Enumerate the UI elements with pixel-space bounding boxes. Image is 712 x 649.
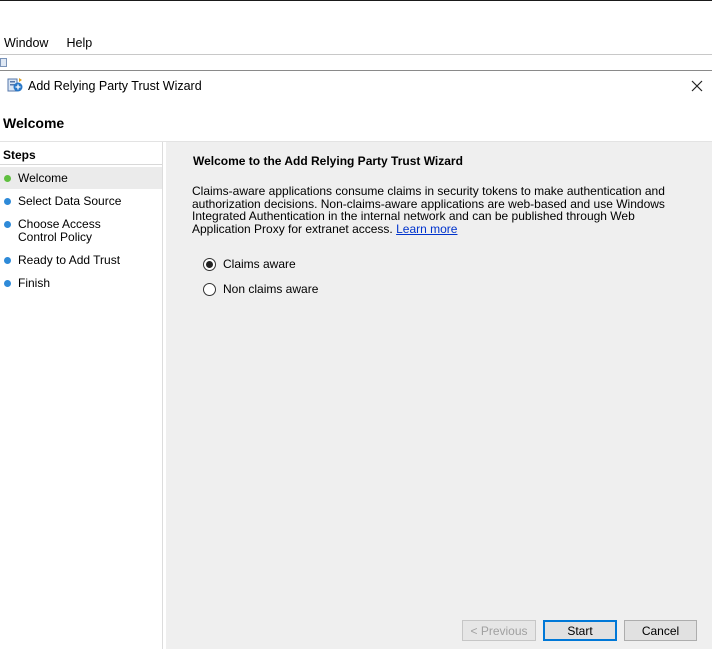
step-select-data-source[interactable]: Select Data Source — [0, 193, 162, 208]
radio-label: Claims aware — [223, 257, 296, 271]
steps-divider — [0, 164, 162, 165]
step-label: Finish — [18, 276, 51, 290]
learn-more-link[interactable]: Learn more — [396, 222, 457, 236]
step-label: Select Data Source — [18, 194, 122, 208]
non-claims-aware-option[interactable]: Non claims aware — [203, 282, 318, 296]
step-finish[interactable]: Finish — [0, 275, 162, 290]
content-pane: Welcome to the Add Relying Party Trust W… — [166, 142, 712, 649]
radio-selected-icon[interactable] — [203, 257, 216, 271]
claims-aware-option[interactable]: Claims aware — [203, 257, 296, 271]
step-pending-dot-icon — [4, 221, 11, 228]
step-label: Welcome — [18, 171, 68, 185]
relying-party-trust-icon — [7, 78, 23, 92]
step-current-dot-icon — [4, 175, 11, 182]
cancel-button[interactable]: Cancel — [624, 620, 697, 641]
radio-label: Non claims aware — [223, 282, 319, 296]
step-pending-dot-icon — [4, 280, 11, 287]
menu-window[interactable]: Window — [0, 34, 56, 52]
document-icon — [0, 58, 7, 67]
step-label: Ready to Add Trust — [18, 253, 121, 267]
page-heading: Welcome — [3, 115, 65, 131]
step-pending-dot-icon — [4, 257, 11, 264]
close-icon — [691, 80, 703, 92]
dialog-title: Add Relying Party Trust Wizard — [28, 79, 202, 93]
start-button[interactable]: Start — [543, 620, 617, 641]
radio-unselected-icon[interactable] — [203, 282, 216, 296]
steps-pane: Steps Welcome Select Data Source Choose … — [0, 142, 163, 649]
close-button[interactable] — [686, 76, 708, 96]
step-pending-dot-icon — [4, 198, 11, 205]
previous-button[interactable]: < Previous — [462, 620, 536, 641]
steps-header: Steps — [3, 148, 36, 162]
menu-separator — [0, 54, 712, 55]
step-ready-to-add-trust[interactable]: Ready to Add Trust — [0, 252, 162, 267]
content-description: Claims-aware applications consume claims… — [192, 185, 672, 235]
step-welcome[interactable]: Welcome — [0, 167, 162, 189]
window-top-border — [0, 0, 712, 1]
menu-bar: Window Help — [0, 34, 100, 52]
step-label: Choose Access Control Policy — [18, 217, 101, 244]
step-choose-access-control-policy[interactable]: Choose Access Control Policy — [0, 216, 162, 244]
menu-help[interactable]: Help — [56, 34, 100, 52]
content-title: Welcome to the Add Relying Party Trust W… — [193, 154, 463, 168]
